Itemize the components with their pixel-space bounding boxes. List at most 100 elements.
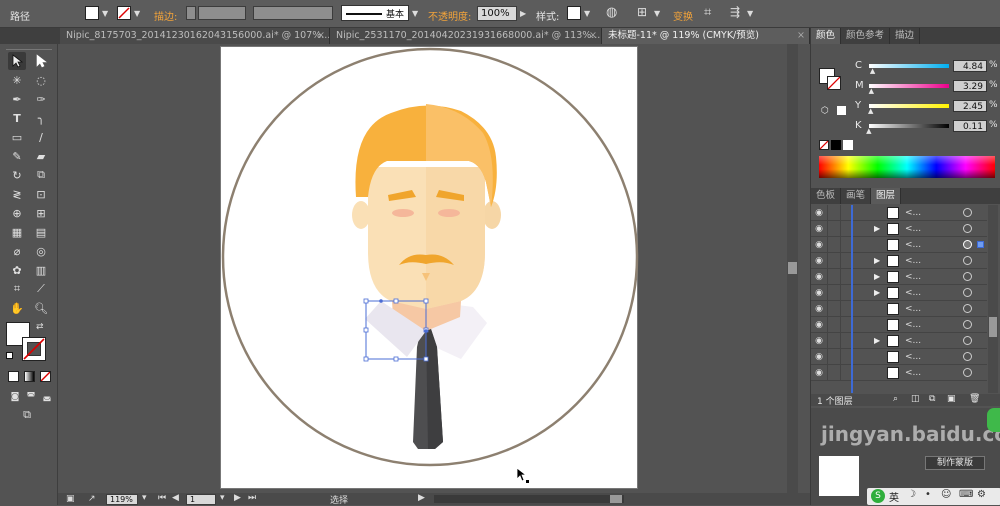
target-circle-icon[interactable] [963, 208, 972, 217]
target-circle-icon[interactable] [963, 336, 972, 345]
lock-toggle[interactable] [827, 317, 841, 332]
expand-triangle-icon[interactable]: ▶ [874, 221, 880, 237]
ime-settings-icon[interactable]: ⚙ [977, 489, 986, 500]
new-layer-icon[interactable]: ▣ [947, 394, 956, 404]
visibility-eye-icon[interactable]: ◉ [811, 336, 827, 346]
layer-name[interactable]: <... [905, 333, 921, 349]
visibility-eye-icon[interactable]: ◉ [811, 368, 827, 378]
none-swatch[interactable] [819, 140, 829, 150]
slider-track-k[interactable] [869, 124, 949, 128]
tools-grip[interactable] [6, 44, 52, 50]
artboard-tool-icon[interactable]: ⌗ [8, 280, 26, 298]
color-mode-icon[interactable] [8, 371, 19, 382]
value-m-input[interactable]: 3.29 [953, 80, 987, 92]
white-swatch[interactable] [843, 140, 853, 150]
out-of-gamut-icon[interactable]: ⬡ [821, 106, 829, 116]
canvas-area[interactable] [58, 44, 798, 493]
target-circle-icon[interactable] [963, 304, 972, 313]
screen-mode-icon[interactable]: ⧉ [18, 406, 36, 424]
expand-triangle-icon[interactable]: ▶ [874, 253, 880, 269]
color-stroke-box[interactable] [827, 76, 841, 90]
target-circle-icon[interactable] [963, 352, 972, 361]
stroke-swatch[interactable] [117, 6, 131, 20]
tab-document-1[interactable]: Nipic_8175703_20141230162043156000.ai* @… [60, 28, 330, 44]
locate-object-icon[interactable]: ⌕ [893, 394, 898, 404]
width-tool-icon[interactable]: ≷ [8, 185, 26, 203]
vertical-scroll-thumb[interactable] [788, 262, 797, 274]
status-icon[interactable]: ▣ [66, 494, 75, 504]
tab-document-active[interactable]: 未标题-11* @ 119% (CMYK/预览) × [602, 28, 810, 44]
sogou-icon[interactable]: S [871, 489, 885, 503]
lock-toggle[interactable] [827, 365, 841, 380]
hand-tool-icon[interactable]: ✋ [8, 299, 26, 317]
tab-color-guide[interactable]: 颜色参考 [841, 28, 891, 44]
lock-toggle[interactable] [827, 285, 841, 300]
layer-row[interactable]: ◉ ▶ <... [811, 269, 987, 285]
close-icon[interactable]: × [589, 28, 597, 44]
layer-name[interactable]: <... [905, 365, 921, 381]
draw-inside-icon[interactable]: ◛ [38, 388, 56, 406]
first-artboard-icon[interactable]: ⏮ [158, 493, 166, 503]
mesh-tool-icon[interactable]: ▦ [8, 223, 26, 241]
lock-toggle[interactable] [827, 221, 841, 236]
stroke-color-box[interactable] [22, 337, 46, 361]
blend-tool-icon[interactable]: ◎ [32, 242, 50, 260]
ime-keyboard-icon[interactable]: ⌨ [959, 489, 973, 500]
horizontal-scrollbar[interactable] [434, 495, 624, 503]
layer-row[interactable]: ◉ <... [811, 349, 987, 365]
align-arrow-icon[interactable]: ▼ [654, 9, 660, 18]
new-sublayer-icon[interactable]: ⧉ [929, 394, 935, 404]
visibility-eye-icon[interactable]: ◉ [811, 320, 827, 330]
ime-moon-icon[interactable]: ☽ [907, 489, 916, 500]
expand-triangle-icon[interactable]: ▶ [874, 333, 880, 349]
align-icon[interactable]: ⊞ [637, 5, 647, 19]
visibility-eye-icon[interactable]: ◉ [811, 288, 827, 298]
artboard-dropdown-icon[interactable]: ▾ [220, 493, 225, 503]
perspective-grid-tool-icon[interactable]: ⊞ [32, 204, 50, 222]
slider-thumb-y[interactable]: ▲ [868, 107, 873, 115]
tab-brushes[interactable]: 画笔 [841, 188, 872, 204]
rotate-tool-icon[interactable]: ↻ [8, 166, 26, 184]
stroke-style-arrow-icon[interactable]: ▼ [412, 9, 418, 18]
target-circle-icon[interactable] [963, 320, 972, 329]
slider-thumb-m[interactable]: ▲ [869, 87, 874, 95]
variable-width-dropdown[interactable] [253, 6, 333, 20]
type-tool-icon[interactable]: T [8, 109, 26, 127]
stroke-weight-stepper[interactable] [186, 6, 196, 20]
zoom-tool-icon[interactable]: 🔍︎ [32, 299, 50, 317]
layers-scroll-thumb[interactable] [989, 317, 997, 337]
default-colors-icon[interactable] [6, 352, 13, 359]
layer-row[interactable]: ◉ <... [811, 237, 987, 253]
tab-color[interactable]: 颜色 [811, 28, 842, 44]
visibility-eye-icon[interactable]: ◉ [811, 352, 827, 362]
slider-c[interactable]: C ▲ 4.84 % [855, 60, 1000, 76]
slider-track-c[interactable] [869, 64, 949, 68]
layer-name[interactable]: <... [905, 349, 921, 365]
arrange-arrow-icon[interactable]: ▼ [747, 9, 753, 18]
layer-row[interactable]: ◉ ▶ <... [811, 285, 987, 301]
ime-language-label[interactable]: 英 [889, 489, 899, 504]
slider-track-y[interactable] [869, 104, 949, 108]
black-swatch[interactable] [831, 140, 841, 150]
lasso-tool-icon[interactable]: ◌ [32, 71, 50, 89]
visibility-eye-icon[interactable]: ◉ [811, 304, 827, 314]
graphic-style-arrow-icon[interactable]: ▼ [584, 9, 590, 18]
target-circle-icon[interactable] [963, 272, 972, 281]
slice-tool-icon[interactable]: ⟋ [32, 280, 50, 298]
lock-toggle[interactable] [827, 253, 841, 268]
layer-name[interactable]: <... [905, 253, 921, 269]
prev-artboard-icon[interactable]: ◀ [172, 493, 179, 503]
recolor-icon[interactable]: ◍ [606, 5, 617, 20]
artboard-number-input[interactable]: 1 [186, 494, 216, 505]
value-c-input[interactable]: 4.84 [953, 60, 987, 72]
line-segment-tool-icon[interactable]: ╮ [32, 109, 50, 127]
layer-name[interactable]: <... [905, 237, 921, 253]
gradient-tool-icon[interactable]: ▤ [32, 223, 50, 241]
value-y-input[interactable]: 2.45 [953, 100, 987, 112]
web-safe-swatch[interactable] [837, 106, 846, 115]
make-mask-button[interactable]: 制作蒙版 [925, 456, 985, 470]
isolate-icon[interactable]: ⌗ [704, 5, 711, 20]
lock-toggle[interactable] [827, 301, 841, 316]
value-k-input[interactable]: 0.11 [953, 120, 987, 132]
close-icon[interactable]: × [797, 28, 805, 44]
